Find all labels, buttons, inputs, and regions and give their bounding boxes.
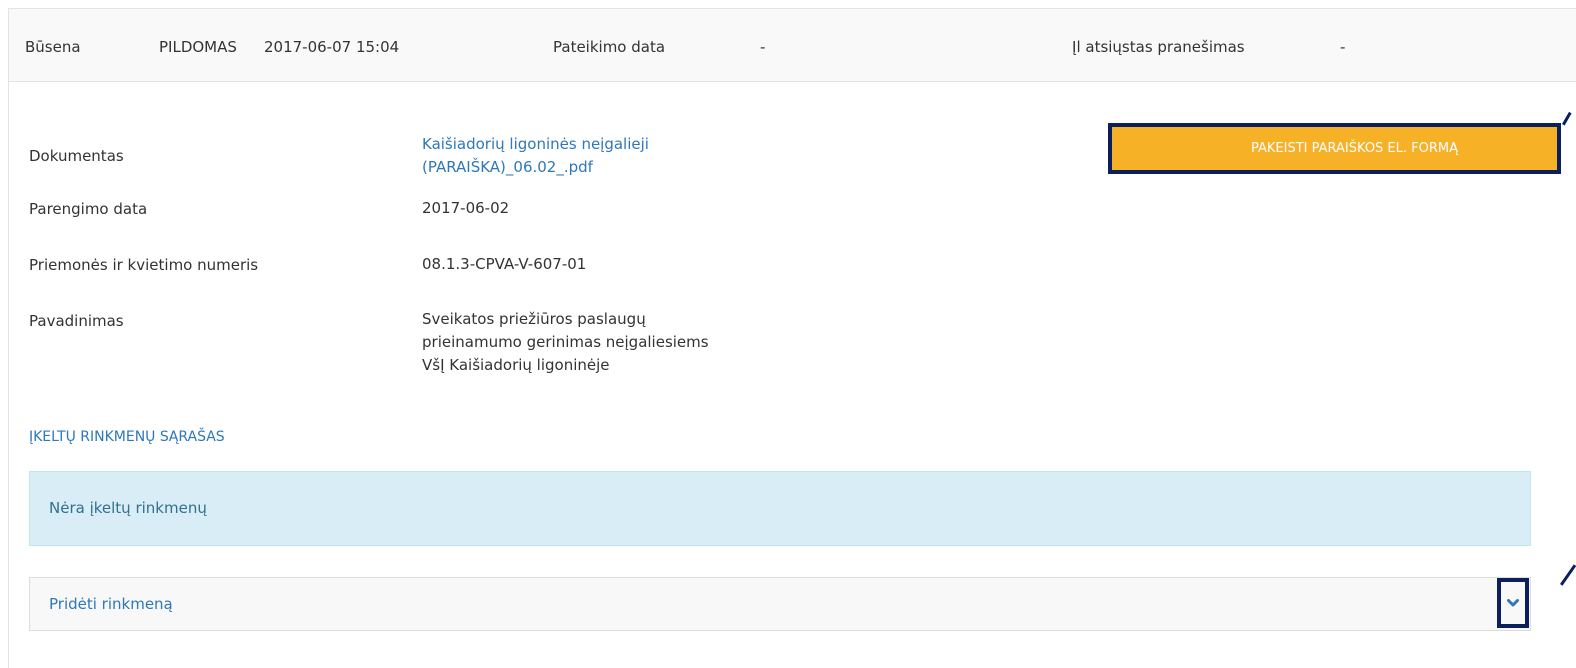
prepared-date-value: 2017-06-02 — [422, 199, 510, 217]
expand-toggle[interactable] — [1497, 578, 1529, 628]
status-bar: Būsena PILDOMAS 2017-06-07 15:04 Pateiki… — [9, 9, 1576, 82]
notification-label-rest: l atsiųstas pranešimas — [1076, 38, 1245, 56]
measure-number-value: 08.1.3-CPVA-V-607-01 — [422, 255, 587, 273]
document-link[interactable]: Kaišiadorių ligoninės neįgalieji (PARAIŠ… — [422, 133, 649, 179]
uploaded-files-list-link[interactable]: ĮKELTŲ RINKMENŲ SĄRAŠAS — [29, 429, 225, 445]
title-line2: prieinamumo gerinimas neįgaliesiems — [422, 333, 709, 351]
document-label: Dokumentas — [29, 147, 124, 165]
document-link-line1: Kaišiadorių ligoninės neįgalieji — [422, 135, 649, 153]
notification-label: Įl atsiųstas pranešimas — [1072, 38, 1245, 56]
title-label: Pavadinimas — [29, 312, 124, 330]
title-value: Sveikatos priežiūros paslaugų prieinamum… — [422, 308, 709, 377]
title-line3: VšĮ Kaišiadorių ligoninėje — [422, 356, 610, 374]
submission-date-value: - — [760, 38, 766, 56]
submission-date-label: Pateikimo data — [553, 38, 666, 56]
status-label: Būsena — [25, 38, 81, 56]
no-files-alert: Nėra įkeltų rinkmenų — [29, 471, 1531, 546]
prepared-date-label: Parengimo data — [29, 200, 148, 218]
chevron-down-icon — [1507, 599, 1519, 607]
application-card: Būsena PILDOMAS 2017-06-07 15:04 Pateiki… — [8, 8, 1576, 668]
change-form-button-label: PAKEISTI PARAIŠKOS EL. FORMĄ — [1250, 141, 1459, 156]
change-form-button[interactable]: PAKEISTI PARAIŠKOS EL. FORMĄ — [1108, 123, 1561, 174]
measure-number-label: Priemonės ir kvietimo numeris — [29, 256, 259, 274]
add-file-label: Pridėti rinkmeną — [49, 595, 173, 613]
title-line1: Sveikatos priežiūros paslaugų — [422, 310, 646, 328]
status-datetime: 2017-06-07 15:04 — [264, 38, 400, 56]
no-files-message: Nėra įkeltų rinkmenų — [49, 499, 207, 517]
notification-value: - — [1340, 38, 1346, 56]
add-file-panel[interactable]: Pridėti rinkmeną — [29, 577, 1531, 631]
document-link-line2: (PARAIŠKA)_06.02_.pdf — [422, 158, 593, 176]
status-value: PILDOMAS — [159, 38, 237, 56]
